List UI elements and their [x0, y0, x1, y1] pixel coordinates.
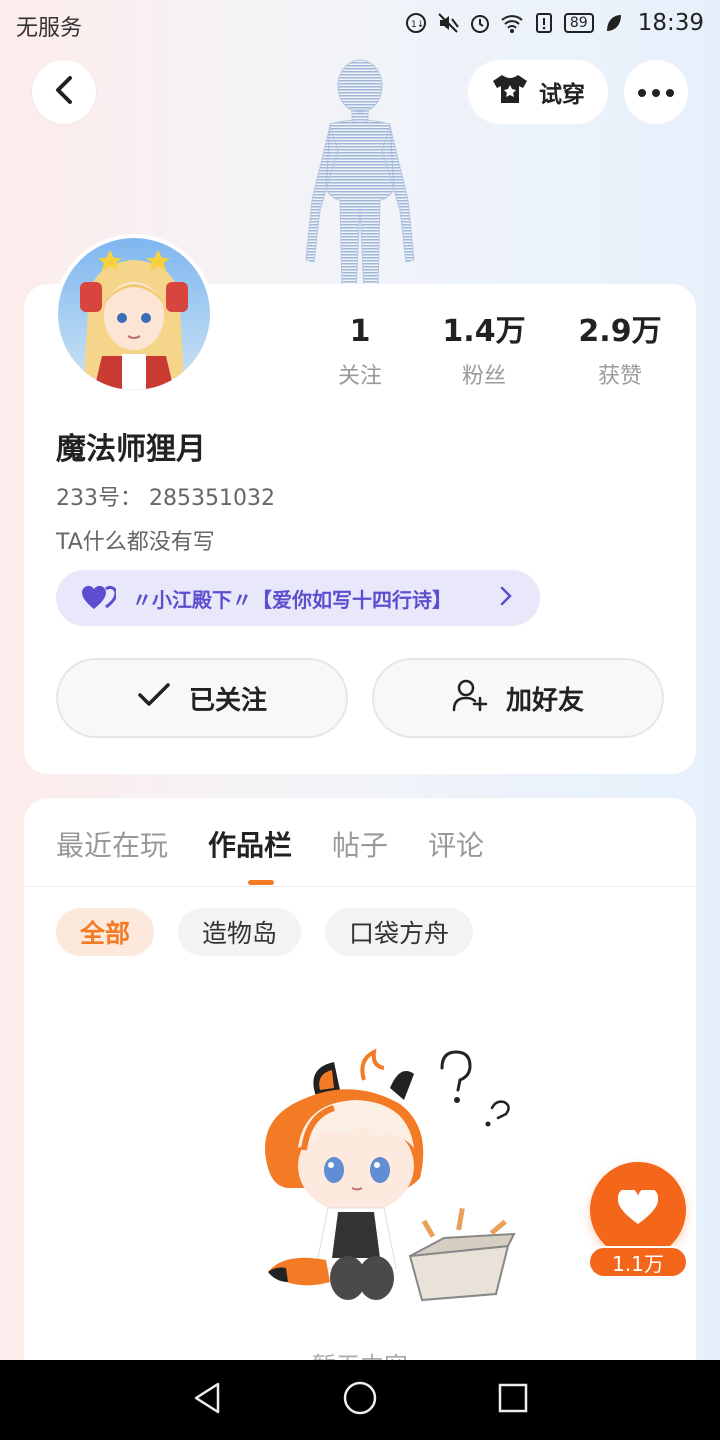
carrier-text: 无服务 — [16, 16, 83, 41]
tabs-divider — [24, 886, 696, 887]
circle-home-icon — [342, 1380, 378, 1420]
more-button[interactable] — [624, 60, 688, 124]
system-nav-bar — [0, 1360, 720, 1440]
active-tab-indicator — [248, 880, 274, 885]
stats-row: 1 关注 1.4万 粉丝 2.9万 获赞 — [304, 312, 688, 390]
nav-home-button[interactable] — [330, 1370, 390, 1430]
svg-text:1↓: 1↓ — [411, 20, 424, 30]
tab-comments[interactable]: 评论 — [428, 824, 484, 864]
wifi-icon — [500, 11, 524, 35]
like-button[interactable] — [590, 1162, 686, 1258]
chip-pocket-ark[interactable]: 口袋方舟 — [325, 908, 474, 956]
battery-indicator: 89 — [563, 13, 594, 33]
likes-label: 获赞 — [597, 364, 642, 389]
add-friend-button[interactable]: 加好友 — [372, 658, 664, 738]
try-on-button[interactable]: 试穿 — [468, 60, 608, 124]
add-friend-label: 加好友 — [505, 685, 584, 716]
fans-label: 粉丝 — [461, 364, 506, 389]
nav-back-button[interactable] — [177, 1370, 237, 1430]
nav-recents-button[interactable] — [483, 1370, 543, 1430]
data-saver-icon: 1↓ — [404, 11, 428, 35]
chevron-left-icon — [53, 75, 75, 109]
avatar[interactable] — [54, 234, 214, 394]
tab-recent-play[interactable]: 最近在玩 — [56, 824, 168, 864]
tab-works[interactable]: 作品栏 — [208, 824, 292, 864]
alarm-icon — [468, 11, 492, 35]
tab-posts[interactable]: 帖子 — [332, 824, 388, 864]
clock: 18:39 — [637, 10, 704, 36]
sim-alert-icon — [532, 11, 556, 35]
stat-likes[interactable]: 2.9万 获赞 — [552, 312, 688, 390]
works-card: 最近在玩 作品栏 帖子 评论 全部 造物岛 口袋方舟 — [24, 798, 696, 1398]
couple-tag-text: 〃小江殿下〃【爱你如写十四行诗】 — [132, 587, 452, 612]
square-recents-icon — [497, 1382, 529, 1418]
chip-creation-island[interactable]: 造物岛 — [178, 908, 302, 956]
tshirt-icon — [491, 73, 529, 111]
followed-button[interactable]: 已关注 — [56, 658, 348, 738]
avatar-3d-figure — [305, 59, 415, 290]
username: 魔法师狸月 — [56, 432, 206, 467]
triangle-back-icon — [192, 1381, 222, 1419]
double-heart-icon — [82, 585, 118, 611]
stat-fans[interactable]: 1.4万 粉丝 — [416, 312, 552, 390]
stat-following[interactable]: 1 关注 — [304, 312, 416, 390]
status-bar: 无服务 1↓ 89 18:39 — [0, 0, 720, 50]
followed-label: 已关注 — [188, 685, 267, 716]
empty-state-illustration — [265, 1048, 516, 1302]
like-count-badge: 1.1万 — [588, 1246, 688, 1278]
status-icons: 1↓ 89 18:39 — [404, 10, 704, 36]
following-count: 1 — [349, 314, 371, 349]
couple-tag[interactable]: 〃小江殿下〃【爱你如写十四行诗】 — [56, 570, 540, 626]
chevron-right-icon — [500, 586, 512, 611]
action-buttons: 已关注 加好友 — [56, 658, 664, 738]
add-user-icon — [452, 678, 488, 719]
heart-icon — [617, 1187, 659, 1230]
back-button[interactable] — [32, 60, 96, 124]
more-dots-icon — [637, 83, 675, 102]
profile-tabs: 最近在玩 作品栏 帖子 评论 — [56, 824, 484, 864]
check-icon — [137, 682, 171, 715]
bio: TA什么都没有写 — [56, 530, 215, 555]
avatar-image — [58, 238, 210, 390]
try-on-label: 试穿 — [539, 82, 585, 108]
following-label: 关注 — [337, 364, 382, 389]
mute-icon — [436, 11, 460, 35]
user-id: 233号： 285351032 — [56, 486, 275, 511]
likes-count: 2.9万 — [578, 314, 662, 349]
leaf-icon — [602, 11, 626, 35]
fans-count: 1.4万 — [442, 314, 526, 349]
filter-chips: 全部 造物岛 口袋方舟 — [56, 908, 474, 956]
chip-all[interactable]: 全部 — [56, 908, 155, 956]
